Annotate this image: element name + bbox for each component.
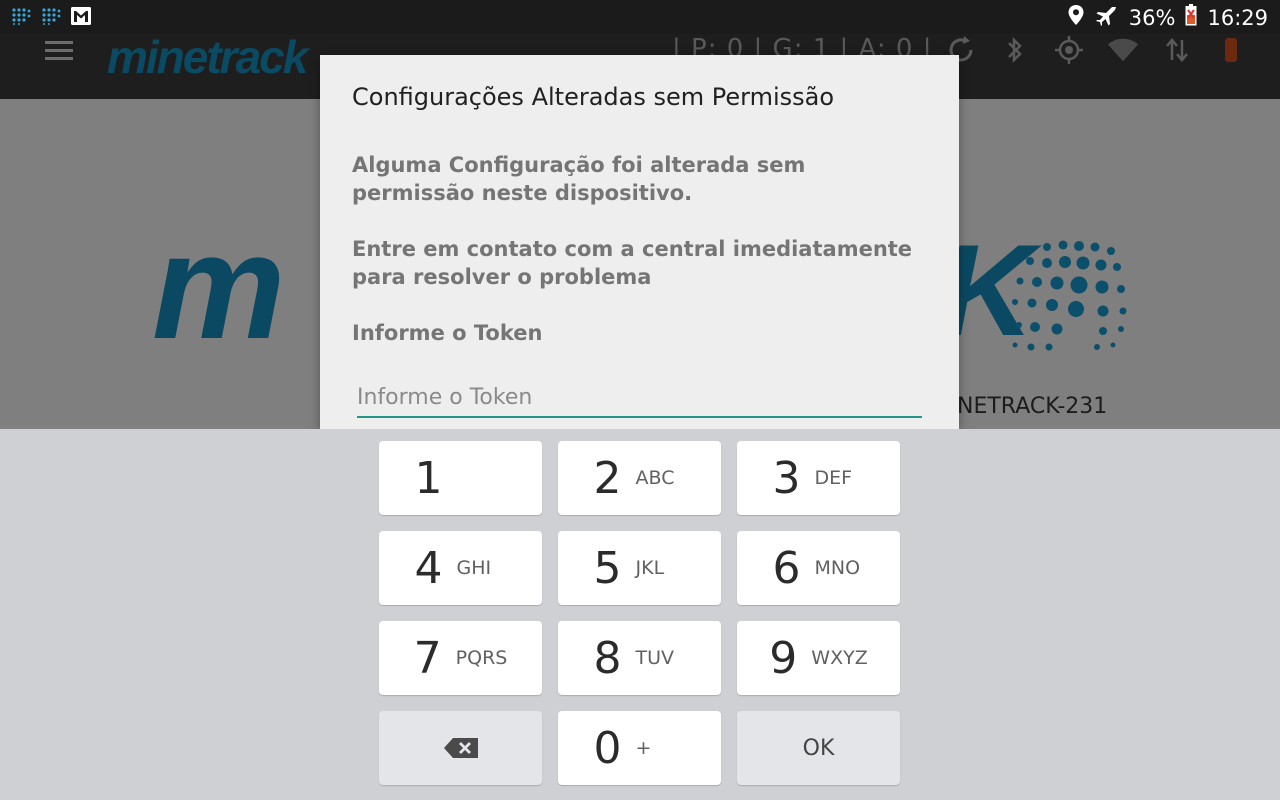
brand-dots-icon xyxy=(1012,240,1127,351)
app-notification-icon xyxy=(10,5,32,27)
key-digit: 6 xyxy=(772,542,801,594)
gps-icon[interactable] xyxy=(1053,34,1085,66)
device-id-label: NETRACK-231 xyxy=(957,394,1108,419)
backspace-icon xyxy=(443,738,478,758)
key-letters: + xyxy=(635,737,652,759)
key-digit: 7 xyxy=(413,632,442,684)
battery-percent: 36% xyxy=(1128,6,1176,30)
numeric-keypad: 1 2 ABC 3 DEF 4 GHI 5 JKL 6 MNO 7 PQRS 8… xyxy=(0,429,1280,800)
brand-logo: m xyxy=(152,202,285,370)
backspace-button[interactable] xyxy=(379,711,542,785)
unauthorized-config-dialog: Configurações Alteradas sem Permissão Al… xyxy=(320,55,959,429)
airplane-mode-icon xyxy=(1095,4,1119,32)
key-8[interactable]: 8 TUV xyxy=(558,621,721,695)
key-digit: 5 xyxy=(593,542,622,594)
wifi-icon[interactable] xyxy=(1107,34,1139,66)
app-logo: minetrack xyxy=(107,31,308,83)
key-9[interactable]: 9 WXYZ xyxy=(737,621,900,695)
notification-icons xyxy=(10,5,92,27)
key-letters: ABC xyxy=(635,467,675,489)
token-label: Informe o Token xyxy=(352,321,543,345)
app-notification-icon xyxy=(40,5,62,27)
key-digit: 1 xyxy=(414,452,443,504)
key-letters: JKL xyxy=(635,557,665,579)
dialog-message: Alguma Configuração foi alterada sem per… xyxy=(352,153,806,205)
key-letters: PQRS xyxy=(455,647,508,669)
key-0[interactable]: 0 + xyxy=(558,711,721,785)
key-1[interactable]: 1 xyxy=(379,441,542,515)
key-digit: 3 xyxy=(772,452,801,504)
bluetooth-icon[interactable] xyxy=(999,34,1031,66)
key-letters: WXYZ xyxy=(811,647,868,669)
dialog-title: Configurações Alteradas sem Permissão xyxy=(352,83,835,111)
menu-icon[interactable] xyxy=(45,41,73,61)
gmail-icon xyxy=(70,5,92,27)
dialog-instruction: Entre em contato com a central imediatam… xyxy=(352,237,913,289)
key-6[interactable]: 6 MNO xyxy=(737,531,900,605)
status-indicator-icon xyxy=(1215,34,1247,66)
status-bar: 36% 16:29 xyxy=(0,0,1280,34)
key-4[interactable]: 4 GHI xyxy=(379,531,542,605)
clock: 16:29 xyxy=(1207,6,1268,30)
key-3[interactable]: 3 DEF xyxy=(737,441,900,515)
key-letters: TUV xyxy=(635,647,675,669)
key-digit: 8 xyxy=(593,632,622,684)
key-digit: 9 xyxy=(769,632,798,684)
key-digit: 2 xyxy=(593,452,622,504)
key-7[interactable]: 7 PQRS xyxy=(379,621,542,695)
ok-label: OK xyxy=(802,735,835,761)
key-2[interactable]: 2 ABC xyxy=(558,441,721,515)
key-letters: MNO xyxy=(814,557,861,579)
battery-icon xyxy=(1185,4,1197,32)
toolbar-icons xyxy=(945,34,1247,66)
key-letters: DEF xyxy=(814,467,853,489)
token-input[interactable] xyxy=(357,382,922,418)
system-status: 36% 16:29 xyxy=(1067,4,1268,32)
data-transfer-icon[interactable] xyxy=(1161,34,1193,66)
location-icon xyxy=(1067,4,1085,32)
ok-button[interactable]: OK xyxy=(737,711,900,785)
key-digit: 4 xyxy=(414,542,443,594)
key-5[interactable]: 5 JKL xyxy=(558,531,721,605)
key-letters: GHI xyxy=(456,557,492,579)
key-digit: 0 xyxy=(593,722,622,774)
